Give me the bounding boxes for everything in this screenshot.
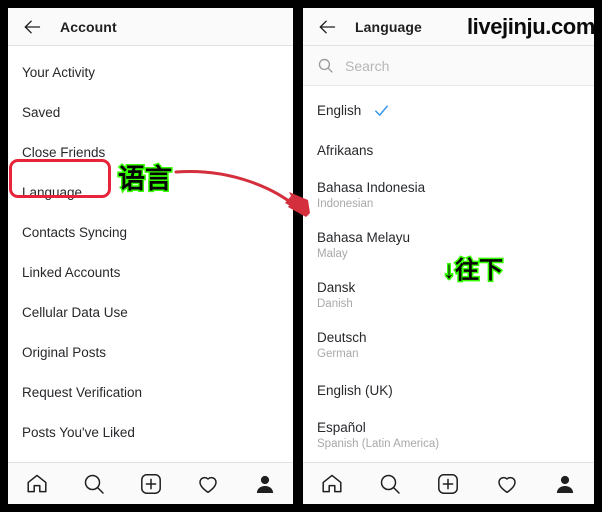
- search-icon[interactable]: [82, 472, 106, 496]
- language-native-name: English (UK): [317, 382, 393, 398]
- language-native-name: Español: [317, 419, 366, 435]
- account-settings-panel: Account Your Activity Saved Close Friend…: [8, 8, 293, 504]
- settings-item-label: Request Verification: [22, 384, 143, 400]
- settings-item-label: Linked Accounts: [22, 264, 121, 280]
- heart-icon[interactable]: [196, 472, 220, 496]
- language-item-afrikaans[interactable]: Afrikaans: [303, 130, 594, 170]
- settings-item-label: Language: [22, 184, 83, 200]
- language-list: English Afrikaans Bahasa Indonesia Indon…: [303, 86, 594, 504]
- page-title: Language: [355, 18, 422, 35]
- settings-item-label: Original Posts: [22, 344, 107, 360]
- language-item-bahasa-indonesia[interactable]: Bahasa Indonesia Indonesian: [303, 170, 594, 220]
- add-post-icon[interactable]: [436, 472, 460, 496]
- search-icon[interactable]: [378, 472, 402, 496]
- search-icon: [317, 57, 334, 74]
- language-native-name: Bahasa Melayu: [317, 229, 411, 245]
- settings-item-label: Contacts Syncing: [22, 224, 128, 240]
- language-item-deutsch[interactable]: Deutsch German: [303, 320, 594, 370]
- arrow-left-icon[interactable]: [22, 17, 42, 37]
- bottom-navigation-bar-left: [8, 462, 293, 504]
- language-native-name: Bahasa Indonesia: [317, 179, 426, 195]
- settings-item-label: Cellular Data Use: [22, 304, 128, 320]
- language-item-english-uk[interactable]: English (UK): [303, 370, 594, 410]
- language-native-name: Deutsch: [317, 329, 367, 345]
- settings-item-cellular-data-use[interactable]: Cellular Data Use: [8, 292, 293, 332]
- settings-item-label: Your Activity: [22, 64, 96, 80]
- search-input[interactable]: Search: [345, 58, 389, 74]
- check-icon: [373, 102, 390, 119]
- language-topbar: Language livejinju.com: [303, 8, 594, 46]
- annotation-label-language-chinese: 语言: [117, 163, 174, 196]
- language-native-name: English: [317, 102, 362, 118]
- screenshot-root: Account Your Activity Saved Close Friend…: [0, 0, 602, 512]
- settings-item-label: Saved: [22, 104, 61, 120]
- profile-icon[interactable]: [553, 472, 577, 496]
- annotation-label-scroll-down-chinese: ↓往下: [442, 256, 505, 286]
- profile-icon[interactable]: [253, 472, 277, 496]
- search-bar[interactable]: Search: [303, 46, 594, 86]
- bottom-navigation-bar-right: [303, 462, 594, 504]
- watermark-text: livejinju.com: [466, 13, 594, 39]
- account-topbar: Account: [8, 8, 293, 46]
- language-english-name: Indonesian: [317, 197, 374, 210]
- settings-item-contacts-syncing[interactable]: Contacts Syncing: [8, 212, 293, 252]
- language-english-name: Danish: [317, 297, 353, 310]
- home-icon[interactable]: [25, 472, 49, 496]
- language-english-name: German: [317, 347, 359, 360]
- language-item-espanol[interactable]: Español Spanish (Latin America): [303, 410, 594, 460]
- arrow-left-icon[interactable]: [317, 17, 337, 37]
- settings-item-original-posts[interactable]: Original Posts: [8, 332, 293, 372]
- language-item-english[interactable]: English: [303, 90, 594, 130]
- language-native-name: Dansk: [317, 279, 356, 295]
- settings-item-linked-accounts[interactable]: Linked Accounts: [8, 252, 293, 292]
- home-icon[interactable]: [320, 472, 344, 496]
- settings-item-request-verification[interactable]: Request Verification: [8, 372, 293, 412]
- settings-item-your-activity[interactable]: Your Activity: [8, 52, 293, 92]
- add-post-icon[interactable]: [139, 472, 163, 496]
- heart-icon[interactable]: [495, 472, 519, 496]
- settings-item-posts-youve-liked[interactable]: Posts You've Liked: [8, 412, 293, 452]
- page-title: Account: [60, 18, 117, 35]
- language-english-name: Spanish (Latin America): [317, 437, 440, 450]
- settings-item-label: Close Friends: [22, 144, 106, 160]
- settings-item-saved[interactable]: Saved: [8, 92, 293, 132]
- account-settings-list: Your Activity Saved Close Friends Langua…: [8, 46, 293, 492]
- language-native-name: Afrikaans: [317, 142, 374, 158]
- settings-item-label: Posts You've Liked: [22, 424, 135, 440]
